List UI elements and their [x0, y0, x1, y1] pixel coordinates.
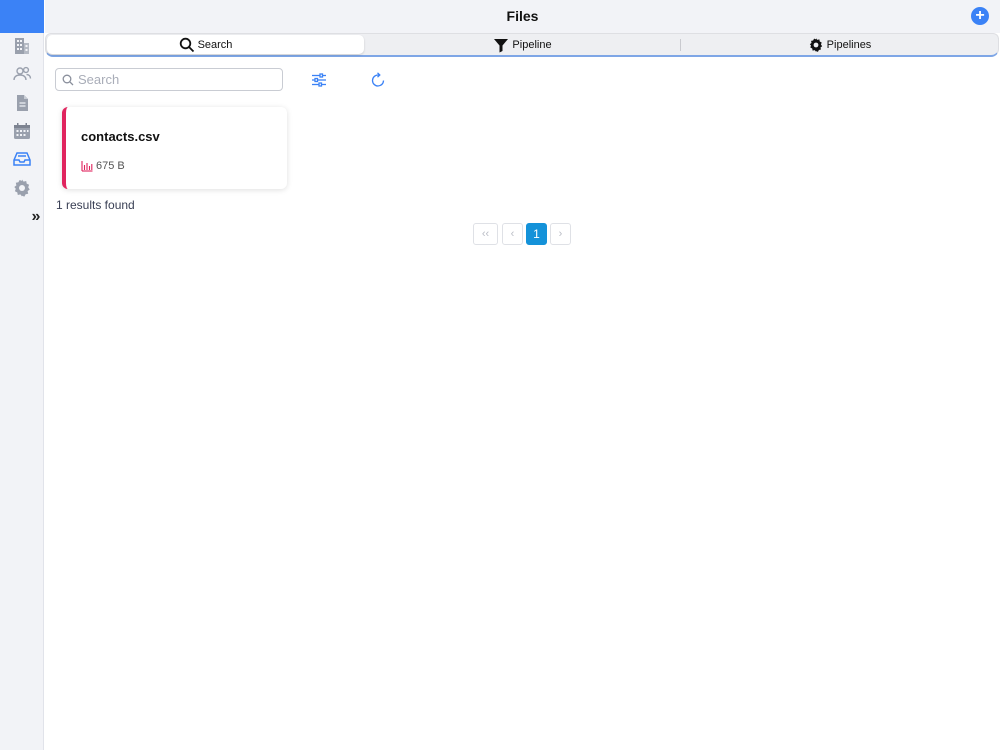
gear-icon	[808, 37, 824, 53]
tab-pipeline[interactable]: Pipeline	[364, 34, 681, 55]
prev-page-button[interactable]: ‹	[502, 223, 523, 245]
search-input[interactable]	[78, 72, 268, 87]
search-icon	[179, 37, 195, 53]
header: Files +	[45, 0, 1000, 33]
search-field[interactable]	[55, 68, 283, 91]
refresh-button[interactable]	[370, 72, 386, 88]
add-button[interactable]: +	[971, 7, 989, 25]
tab-search[interactable]: Search	[47, 35, 364, 54]
document-icon[interactable]	[12, 93, 32, 113]
tab-pipelines-label: Pipelines	[826, 38, 872, 51]
tab-pipelines[interactable]: Pipelines	[681, 34, 998, 55]
page-title: Files	[506, 8, 539, 24]
tab-pipeline-label: Pipeline	[512, 38, 552, 51]
search-icon	[62, 74, 74, 85]
sidebar-top-bar	[0, 0, 44, 33]
first-page-button[interactable]: ‹‹	[473, 223, 498, 245]
filter-settings-button[interactable]	[311, 72, 327, 88]
calendar-icon[interactable]	[12, 121, 32, 141]
refresh-icon	[371, 72, 385, 87]
building-icon[interactable]	[12, 36, 32, 56]
file-size: 675 B	[81, 160, 125, 172]
view-segmented-control: Search Pipeline Pipelines	[45, 33, 999, 57]
sidebar: »	[0, 0, 44, 750]
file-name: contacts.csv	[81, 129, 160, 144]
file-card[interactable]: contacts.csv 675 B	[62, 107, 287, 189]
users-icon[interactable]	[12, 64, 32, 84]
file-size-label: 675 B	[96, 160, 125, 172]
results-count: 1 results found	[56, 198, 135, 212]
bar-chart-icon	[81, 161, 93, 172]
expand-sidebar-button[interactable]: »	[29, 207, 43, 227]
next-page-button[interactable]: ›	[550, 223, 571, 245]
tab-search-label: Search	[197, 38, 233, 51]
page-1-button[interactable]: 1	[526, 223, 547, 245]
inbox-icon[interactable]	[12, 149, 32, 169]
gear-icon[interactable]	[12, 178, 32, 198]
sliders-icon	[312, 73, 326, 87]
filter-icon	[493, 37, 509, 53]
